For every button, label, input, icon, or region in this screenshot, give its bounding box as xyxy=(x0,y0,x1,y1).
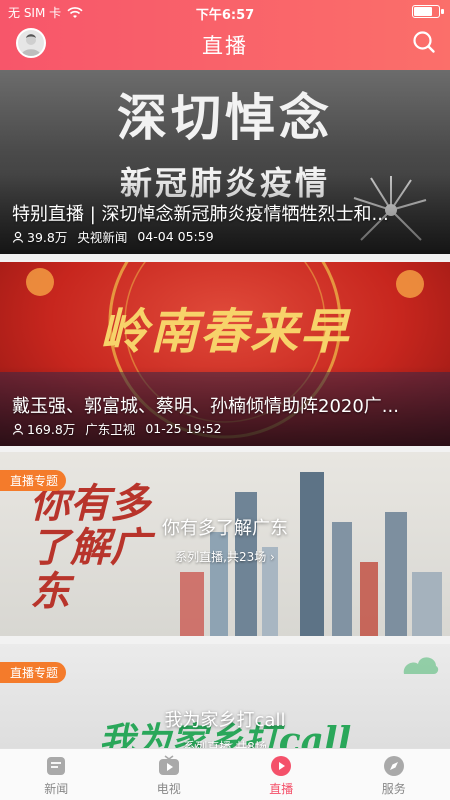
tab-label: 服务 xyxy=(381,782,406,796)
thumbnail-art-text: 深切悼念 xyxy=(117,88,333,147)
card-title: 特别直播 | 深切悼念新冠肺炎疫情牺牲烈士和... xyxy=(12,204,389,225)
series-subtitle[interactable]: 系列直播,共8场 xyxy=(0,738,450,748)
battery-icon xyxy=(412,5,444,18)
tab-news[interactable]: 新闻 xyxy=(0,749,113,800)
live-card[interactable]: 岭南春来早 戴玉强、郭富城、蔡明、孙楠倾情助阵2020广... 169.8万 广… xyxy=(0,262,450,446)
top-bar: 无 SIM 卡 下午6:57 直播 xyxy=(0,0,450,70)
source-label: 广东卫视 xyxy=(85,422,136,437)
cloud-icon xyxy=(403,657,439,674)
series-title: 你有多了解广东 xyxy=(162,518,288,539)
series-card[interactable]: 你有多了解广东 直播专题 你有多了解广东 系列直播,共23场 › xyxy=(0,452,450,636)
card-meta: 39.8万 央视新闻 04-04 05:59 xyxy=(12,227,214,246)
status-bar: 无 SIM 卡 下午6:57 xyxy=(0,0,450,23)
tv-icon xyxy=(158,755,179,775)
tab-live[interactable]: 直播 xyxy=(225,749,338,800)
page-title: 直播 xyxy=(202,34,248,58)
source-label: 央视新闻 xyxy=(77,230,128,245)
live-card[interactable]: 深切悼念 新冠肺炎疫情 特别直播 | 深切悼念新冠肺炎疫情牺牲烈士和... 39… xyxy=(0,70,450,254)
status-time: 下午6:57 xyxy=(195,8,255,23)
view-count: 39.8万 xyxy=(27,230,68,245)
viewer-icon xyxy=(12,231,24,243)
tab-label: 直播 xyxy=(269,782,294,796)
news-icon xyxy=(47,757,66,775)
tab-bar: 新闻 电视 直播 服务 xyxy=(0,748,450,800)
timestamp: 04-04 05:59 xyxy=(137,229,214,244)
series-badge: 直播专题 xyxy=(0,662,67,683)
view-count: 169.8万 xyxy=(27,422,76,437)
card-title: 戴玉强、郭富城、蔡明、孙楠倾情助阵2020广... xyxy=(12,396,399,417)
nav-bar: 直播 xyxy=(0,22,450,70)
tab-label: 新闻 xyxy=(44,782,69,796)
tab-tv[interactable]: 电视 xyxy=(113,749,226,800)
thumbnail-art-text: 岭南春来早 xyxy=(99,304,350,360)
series-subtitle[interactable]: 系列直播,共23场 › xyxy=(0,548,450,565)
series-card[interactable]: 我为家乡打call 直播专题 我为家乡打call 系列直播,共8场 xyxy=(0,644,450,748)
viewer-icon xyxy=(12,423,24,435)
series-title: 我为家乡打call xyxy=(164,710,286,731)
live-icon xyxy=(271,756,292,776)
card-meta: 169.8万 广东卫视 01-25 19:52 xyxy=(12,419,222,438)
timestamp: 01-25 19:52 xyxy=(145,421,222,436)
compass-icon xyxy=(383,756,404,776)
tab-service[interactable]: 服务 xyxy=(338,749,450,800)
search-icon[interactable] xyxy=(410,28,438,56)
series-badge: 直播专题 xyxy=(0,470,67,491)
tab-label: 电视 xyxy=(156,782,181,796)
